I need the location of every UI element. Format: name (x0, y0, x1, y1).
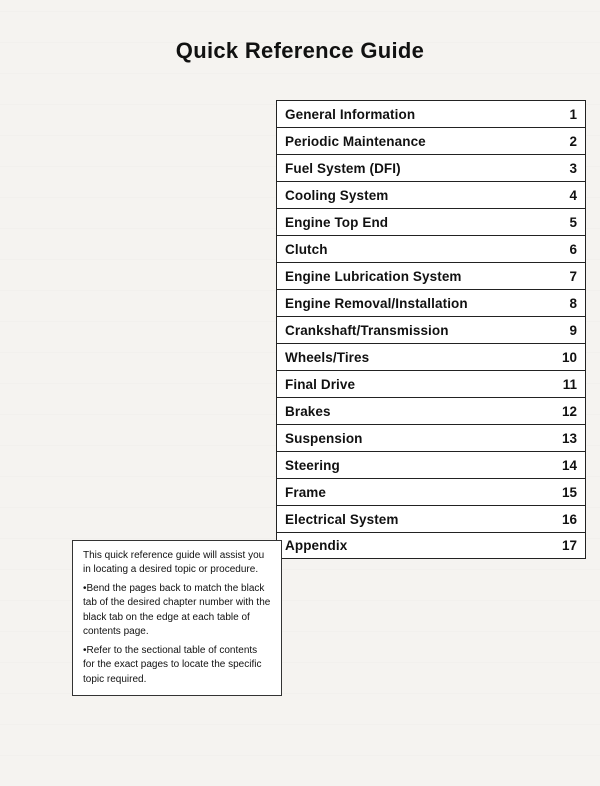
toc-container: General Information1Periodic Maintenance… (276, 100, 586, 559)
toc-item-number: 2 (555, 134, 577, 149)
toc-item-label: Wheels/Tires (285, 350, 555, 365)
toc-item-label: Engine Lubrication System (285, 269, 555, 284)
toc-item-label: Brakes (285, 404, 555, 419)
toc-row[interactable]: General Information1 (276, 100, 586, 127)
toc-item-label: Crankshaft/Transmission (285, 323, 555, 338)
note-line: •Bend the pages back to match the black … (83, 582, 271, 640)
toc-row[interactable]: Engine Top End5 (276, 208, 586, 235)
note-line: This quick reference guide will assist y… (83, 549, 271, 578)
toc-item-label: Steering (285, 458, 555, 473)
toc-item-number: 4 (555, 188, 577, 203)
page-container: Quick Reference Guide General Informatio… (0, 0, 600, 786)
toc-row[interactable]: Engine Lubrication System7 (276, 262, 586, 289)
toc-item-number: 14 (555, 458, 577, 473)
toc-item-label: Engine Removal/Installation (285, 296, 555, 311)
toc-item-label: Fuel System (DFI) (285, 161, 555, 176)
toc-item-label: Frame (285, 485, 555, 500)
toc-row[interactable]: Final Drive11 (276, 370, 586, 397)
toc-item-number: 12 (555, 404, 577, 419)
toc-item-number: 8 (555, 296, 577, 311)
toc-item-number: 17 (555, 538, 577, 553)
note-line: •Refer to the sectional table of content… (83, 644, 271, 688)
page-title: Quick Reference Guide (0, 0, 600, 82)
toc-row[interactable]: Steering14 (276, 451, 586, 478)
toc-item-label: Cooling System (285, 188, 555, 203)
toc-item-number: 15 (555, 485, 577, 500)
toc-row[interactable]: Cooling System4 (276, 181, 586, 208)
toc-item-number: 1 (555, 107, 577, 122)
toc-item-label: General Information (285, 107, 555, 122)
toc-item-number: 6 (555, 242, 577, 257)
toc-item-number: 3 (555, 161, 577, 176)
toc-item-number: 7 (555, 269, 577, 284)
toc-item-label: Clutch (285, 242, 555, 257)
toc-item-number: 13 (555, 431, 577, 446)
toc-item-number: 10 (555, 350, 577, 365)
toc-row[interactable]: Fuel System (DFI)3 (276, 154, 586, 181)
toc-row[interactable]: Frame15 (276, 478, 586, 505)
toc-item-label: Engine Top End (285, 215, 555, 230)
toc-item-label: Final Drive (285, 377, 555, 392)
toc-item-label: Appendix (285, 538, 555, 553)
toc-item-number: 11 (555, 377, 577, 392)
toc-row[interactable]: Crankshaft/Transmission9 (276, 316, 586, 343)
toc-item-label: Suspension (285, 431, 555, 446)
toc-item-number: 16 (555, 512, 577, 527)
toc-item-number: 9 (555, 323, 577, 338)
toc-row[interactable]: Wheels/Tires10 (276, 343, 586, 370)
toc-row[interactable]: Periodic Maintenance2 (276, 127, 586, 154)
toc-row[interactable]: Electrical System16 (276, 505, 586, 532)
toc-item-label: Periodic Maintenance (285, 134, 555, 149)
toc-item-label: Electrical System (285, 512, 555, 527)
toc-item-number: 5 (555, 215, 577, 230)
toc-row[interactable]: Appendix17 (276, 532, 586, 559)
toc-row[interactable]: Brakes12 (276, 397, 586, 424)
toc-row[interactable]: Suspension13 (276, 424, 586, 451)
toc-row[interactable]: Engine Removal/Installation8 (276, 289, 586, 316)
note-box: This quick reference guide will assist y… (72, 540, 282, 697)
toc-row[interactable]: Clutch6 (276, 235, 586, 262)
